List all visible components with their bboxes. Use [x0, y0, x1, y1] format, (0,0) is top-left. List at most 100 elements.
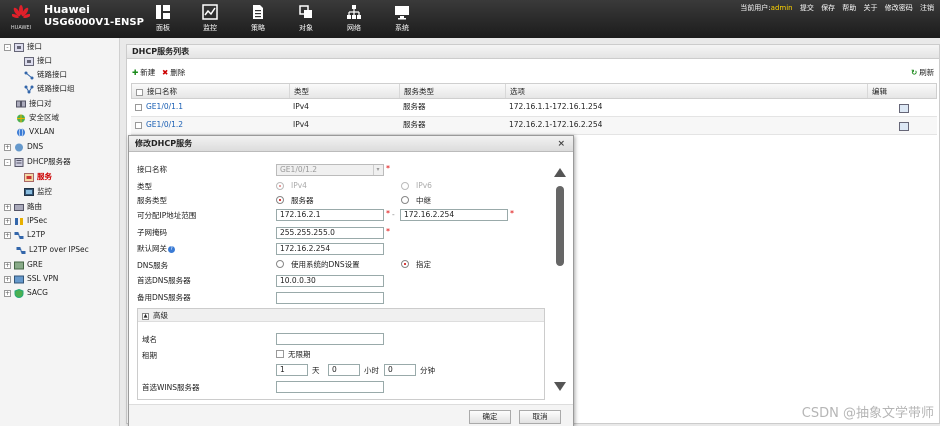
- subnet-mask-input[interactable]: 255.255.255.0: [276, 227, 384, 239]
- nav-network[interactable]: 网络: [337, 4, 371, 33]
- row-options: 172.16.1.1-172.16.1.254: [509, 102, 603, 111]
- header-edit: 编辑: [872, 87, 887, 96]
- type-ipv4-radio: [276, 182, 284, 190]
- header-type[interactable]: 类型: [290, 84, 400, 98]
- panel-title: DHCP服务列表: [127, 45, 939, 59]
- sidebar-item-interface-pair[interactable]: 接口对: [16, 98, 52, 110]
- sidebar-item-dhcp-monitor[interactable]: 监控: [24, 186, 52, 198]
- header-interface[interactable]: 接口名称: [132, 84, 290, 98]
- sidebar-item-l2tp[interactable]: + L2TP: [4, 229, 45, 241]
- dhcp-table: 接口名称 类型 服务类型 选项 编辑 GE1/0/1.1 IPv4 服务器 17…: [131, 83, 937, 135]
- collapse-icon[interactable]: -: [4, 43, 11, 51]
- expand-icon[interactable]: +: [4, 261, 11, 269]
- nav-system[interactable]: 系统: [385, 4, 419, 33]
- sidebar-item-ssl-vpn[interactable]: + SSL VPN: [4, 273, 58, 285]
- primary-dns-input[interactable]: 10.0.0.30: [276, 275, 384, 287]
- row-checkbox[interactable]: [135, 103, 142, 111]
- days-unit: 天: [312, 366, 320, 375]
- select-all-checkbox[interactable]: [136, 88, 143, 96]
- sidebar-item-sacg[interactable]: + SACG: [4, 287, 48, 299]
- expand-icon[interactable]: +: [4, 203, 11, 211]
- sidebar-item-link-interface-group[interactable]: 链路接口组: [24, 83, 75, 95]
- sidebar-item-interface[interactable]: - 接口: [4, 41, 42, 53]
- brand-name: Huawei: [44, 3, 90, 16]
- gateway-input[interactable]: 172.16.2.254: [276, 243, 384, 255]
- nav-monitor[interactable]: 监控: [193, 4, 227, 33]
- unlimited-checkbox[interactable]: [276, 350, 284, 358]
- ip-range-end-input[interactable]: 172.16.2.254: [400, 209, 508, 221]
- sidebar-item-dhcp-service[interactable]: 服务: [24, 171, 52, 183]
- table-row[interactable]: GE1/0/1.1 IPv4 服务器 172.16.1.1-172.16.1.2…: [131, 99, 937, 117]
- dns-system-radio[interactable]: [276, 260, 284, 268]
- sidebar-item-ipsec[interactable]: + IPSec: [4, 215, 47, 227]
- nav-object[interactable]: 对象: [289, 4, 323, 33]
- commit-link[interactable]: 提交: [800, 4, 814, 12]
- help-link[interactable]: 帮助: [842, 4, 856, 12]
- sidebar-item-link-interface[interactable]: 链路接口: [24, 69, 67, 81]
- refresh-button[interactable]: ↻ 刷新: [911, 67, 934, 78]
- wins-label: 首选WINS服务器: [142, 383, 200, 392]
- lease-minutes-input[interactable]: 0: [384, 364, 416, 376]
- current-user-label: 当前用户:: [740, 4, 771, 12]
- advanced-header[interactable]: ▲ 高级: [138, 309, 544, 322]
- scroll-down-icon[interactable]: [554, 382, 566, 391]
- new-button[interactable]: ✚ 新建: [132, 67, 155, 78]
- lease-days-input[interactable]: 1: [276, 364, 308, 376]
- collapse-icon[interactable]: ▲: [142, 312, 149, 320]
- sidebar-item-routing[interactable]: + 路由: [4, 201, 42, 213]
- domain-input[interactable]: [276, 333, 384, 345]
- ok-button[interactable]: 确定: [469, 410, 511, 424]
- dns-specify-radio[interactable]: [401, 260, 409, 268]
- dhcp-server-icon: [14, 157, 24, 167]
- hours-unit: 小时: [364, 366, 379, 375]
- row-service-type: 服务器: [403, 102, 426, 111]
- link-interface-group-icon: [24, 85, 34, 93]
- nav-policy[interactable]: 策略: [241, 4, 275, 33]
- scroll-up-icon[interactable]: [554, 168, 566, 177]
- save-link[interactable]: 保存: [821, 4, 835, 12]
- change-password-link[interactable]: 修改密码: [885, 4, 913, 12]
- nav-label: 监控: [203, 24, 217, 32]
- service-relay-radio[interactable]: [401, 196, 409, 204]
- sidebar-item-dns[interactable]: + DNS: [4, 141, 43, 153]
- expand-icon[interactable]: +: [4, 143, 11, 151]
- dialog-scrollbar[interactable]: [553, 160, 567, 392]
- ip-range-start-input[interactable]: 172.16.2.1: [276, 209, 384, 221]
- cancel-button[interactable]: 取消: [519, 410, 561, 424]
- table-row[interactable]: GE1/0/1.2 IPv4 服务器 172.16.2.1-172.16.2.2…: [131, 117, 937, 135]
- row-edit[interactable]: [895, 117, 909, 134]
- sidebar-item-interface-sub[interactable]: 接口: [24, 55, 52, 67]
- expand-icon[interactable]: +: [4, 231, 11, 239]
- delete-button[interactable]: ✖ 删除: [162, 67, 185, 78]
- row-checkbox[interactable]: [135, 121, 142, 129]
- sidebar-item-l2tp-over-ipsec[interactable]: L2TP over IPSec: [16, 244, 89, 256]
- scrollbar-thumb[interactable]: [556, 186, 564, 266]
- edit-icon[interactable]: [899, 103, 909, 113]
- expand-icon[interactable]: +: [4, 217, 11, 225]
- nav-label: 面板: [156, 24, 170, 32]
- close-icon[interactable]: ×: [557, 136, 565, 152]
- sidebar-item-dhcp-server[interactable]: - DHCP服务器: [4, 156, 71, 168]
- header-options[interactable]: 选项: [506, 84, 868, 98]
- expand-icon[interactable]: +: [4, 289, 11, 297]
- help-icon[interactable]: ?: [168, 245, 175, 253]
- about-link[interactable]: 关于: [864, 4, 878, 12]
- row-interface[interactable]: GE1/0/1.1: [131, 99, 183, 116]
- nav-label: 策略: [251, 24, 265, 32]
- secondary-dns-label: 备用DNS服务器: [137, 293, 191, 302]
- edit-icon[interactable]: [899, 121, 909, 131]
- service-server-radio[interactable]: [276, 196, 284, 204]
- lease-hours-input[interactable]: 0: [328, 364, 360, 376]
- collapse-icon[interactable]: -: [4, 158, 11, 166]
- wins-input[interactable]: [276, 381, 384, 393]
- expand-icon[interactable]: +: [4, 275, 11, 283]
- header-service-type[interactable]: 服务类型: [400, 84, 506, 98]
- row-interface[interactable]: GE1/0/1.2: [131, 117, 183, 134]
- sidebar-item-vxlan[interactable]: VXLAN: [16, 126, 54, 138]
- secondary-dns-input[interactable]: [276, 292, 384, 304]
- nav-dashboard[interactable]: 面板: [146, 4, 180, 33]
- sidebar-item-gre[interactable]: + GRE: [4, 259, 43, 271]
- row-edit[interactable]: [895, 99, 909, 116]
- logout-link[interactable]: 注销: [920, 4, 934, 12]
- sidebar-item-security-zone[interactable]: 安全区域: [16, 112, 59, 124]
